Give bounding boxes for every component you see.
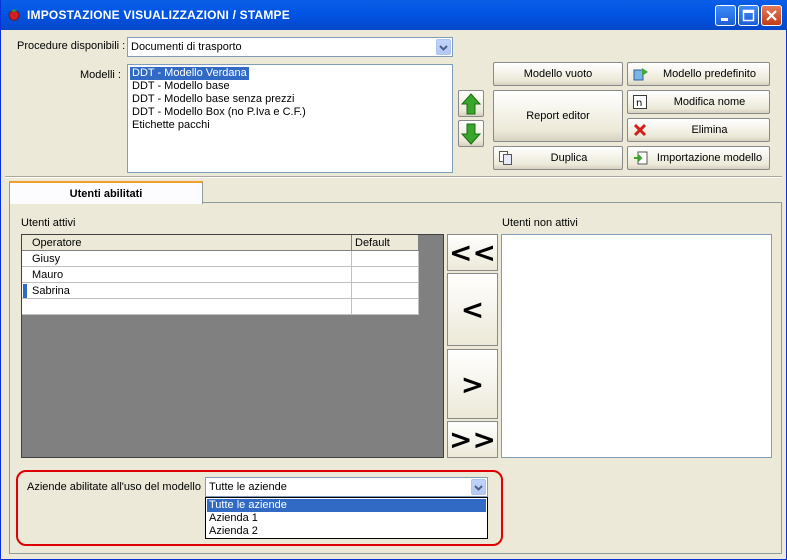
window-title: IMPOSTAZIONE VISUALIZZAZIONI / STAMPE [27, 8, 290, 22]
report-editor-label: Report editor [526, 110, 590, 122]
aziende-label: Aziende abilitate all'uso del modello : [27, 481, 208, 493]
report-editor-button[interactable]: Report editor [493, 90, 623, 142]
separator [5, 176, 782, 178]
procedure-value: Documenti di trasporto [131, 41, 242, 53]
title-bar[interactable]: IMPOSTAZIONE VISUALIZZAZIONI / STAMPE [1, 0, 787, 30]
minimize-button[interactable] [715, 5, 736, 26]
modello-predefinito-label: Modello predefinito [663, 68, 756, 80]
table-row-operatore[interactable]: Sabrina [22, 283, 352, 299]
modelli-item[interactable]: DDT - Modello base senza prezzi [130, 93, 296, 106]
arrow-up-icon [461, 92, 481, 114]
copy-icon [499, 151, 512, 165]
aziende-dropdown-button[interactable] [471, 479, 486, 495]
aziende-select[interactable]: Tutte le aziende [205, 477, 488, 497]
table-row-empty[interactable] [22, 299, 352, 315]
aziende-option[interactable]: Azienda 2 [207, 525, 260, 538]
move-up-button[interactable] [458, 90, 484, 117]
duplica-label: Duplica [550, 152, 588, 164]
main-window: IMPOSTAZIONE VISUALIZZAZIONI / STAMPE Pr… [0, 0, 787, 560]
svg-text:n: n [636, 98, 642, 109]
aziende-option[interactable]: Azienda 1 [207, 512, 260, 525]
table-row-operatore[interactable]: Giusy [22, 251, 352, 267]
modelli-label: Modelli : [80, 69, 121, 81]
importazione-button[interactable]: Importazione modello [627, 146, 770, 170]
elimina-button[interactable]: Elimina [627, 118, 770, 142]
grid-body: Operatore Default Giusy Mauro Sabrina [22, 235, 419, 315]
procedure-label: Procedure disponibili : [17, 40, 126, 52]
tab-label: Utenti abilitati [69, 187, 143, 200]
table-row-default[interactable] [352, 267, 419, 283]
aziende-value: Tutte le aziende [209, 481, 287, 493]
column-header-operatore[interactable]: Operatore [22, 235, 352, 251]
table-row-default[interactable] [352, 283, 419, 299]
modelli-item[interactable]: DDT - Modello Verdana [130, 67, 249, 80]
table-row-operatore[interactable]: Mauro [22, 267, 352, 283]
utenti-non-attivi-list[interactable] [501, 234, 772, 458]
chevron-down-icon [474, 485, 483, 491]
table-row-empty-default[interactable] [352, 299, 419, 315]
table-row-default[interactable] [352, 251, 419, 267]
template-icon [633, 68, 648, 81]
close-button[interactable] [761, 5, 782, 26]
utenti-non-attivi-label: Utenti non attivi [502, 217, 578, 229]
modelli-item[interactable]: DDT - Modello Box (no P.Iva e C.F.) [130, 106, 308, 119]
current-row-indicator [23, 284, 27, 298]
arrow-down-icon [461, 123, 481, 145]
minimize-icon [721, 18, 728, 21]
aziende-option[interactable]: Tutte le aziende [207, 499, 486, 512]
delete-icon [633, 123, 647, 137]
modelli-list[interactable]: DDT - Modello Verdana DDT - Modello base… [127, 64, 453, 173]
modelli-item[interactable]: DDT - Modello base [130, 80, 232, 93]
maximize-button[interactable] [738, 5, 759, 26]
move-down-button[interactable] [458, 120, 484, 147]
maximize-icon [742, 9, 755, 22]
modelli-item[interactable]: Etichette pacchi [130, 119, 212, 132]
modello-predefinito-button[interactable]: Modello predefinito [627, 62, 770, 86]
column-header-default[interactable]: Default [352, 235, 419, 251]
move-all-right-button[interactable]: >> [447, 421, 498, 458]
modello-vuoto-label: Modello vuoto [523, 68, 593, 80]
move-left-button[interactable]: < [447, 273, 498, 346]
strawberry-icon [8, 9, 20, 21]
chevron-down-icon [439, 45, 448, 51]
move-right-button[interactable]: > [447, 349, 498, 419]
move-all-left-button[interactable]: << [447, 234, 498, 271]
modifica-nome-button[interactable]: n Modifica nome [627, 90, 770, 114]
utenti-attivi-grid[interactable]: Operatore Default Giusy Mauro Sabrina [21, 234, 444, 458]
modifica-nome-label: Modifica nome [673, 96, 746, 108]
aziende-dropdown-list[interactable]: Tutte le aziende Azienda 1 Azienda 2 [205, 497, 488, 539]
importazione-label: Importazione modello [656, 152, 763, 164]
utenti-attivi-label: Utenti attivi [21, 217, 76, 229]
elimina-label: Elimina [691, 124, 728, 136]
import-icon [634, 151, 648, 165]
close-icon [766, 10, 777, 21]
procedure-select[interactable]: Documenti di trasporto [127, 37, 453, 57]
modello-vuoto-button[interactable]: Modello vuoto [493, 62, 623, 86]
tab-utenti-abilitati[interactable]: Utenti abilitati [9, 181, 203, 204]
duplica-button[interactable]: Duplica [493, 146, 623, 170]
rename-icon: n [633, 95, 647, 109]
procedure-dropdown-button[interactable] [436, 39, 451, 55]
